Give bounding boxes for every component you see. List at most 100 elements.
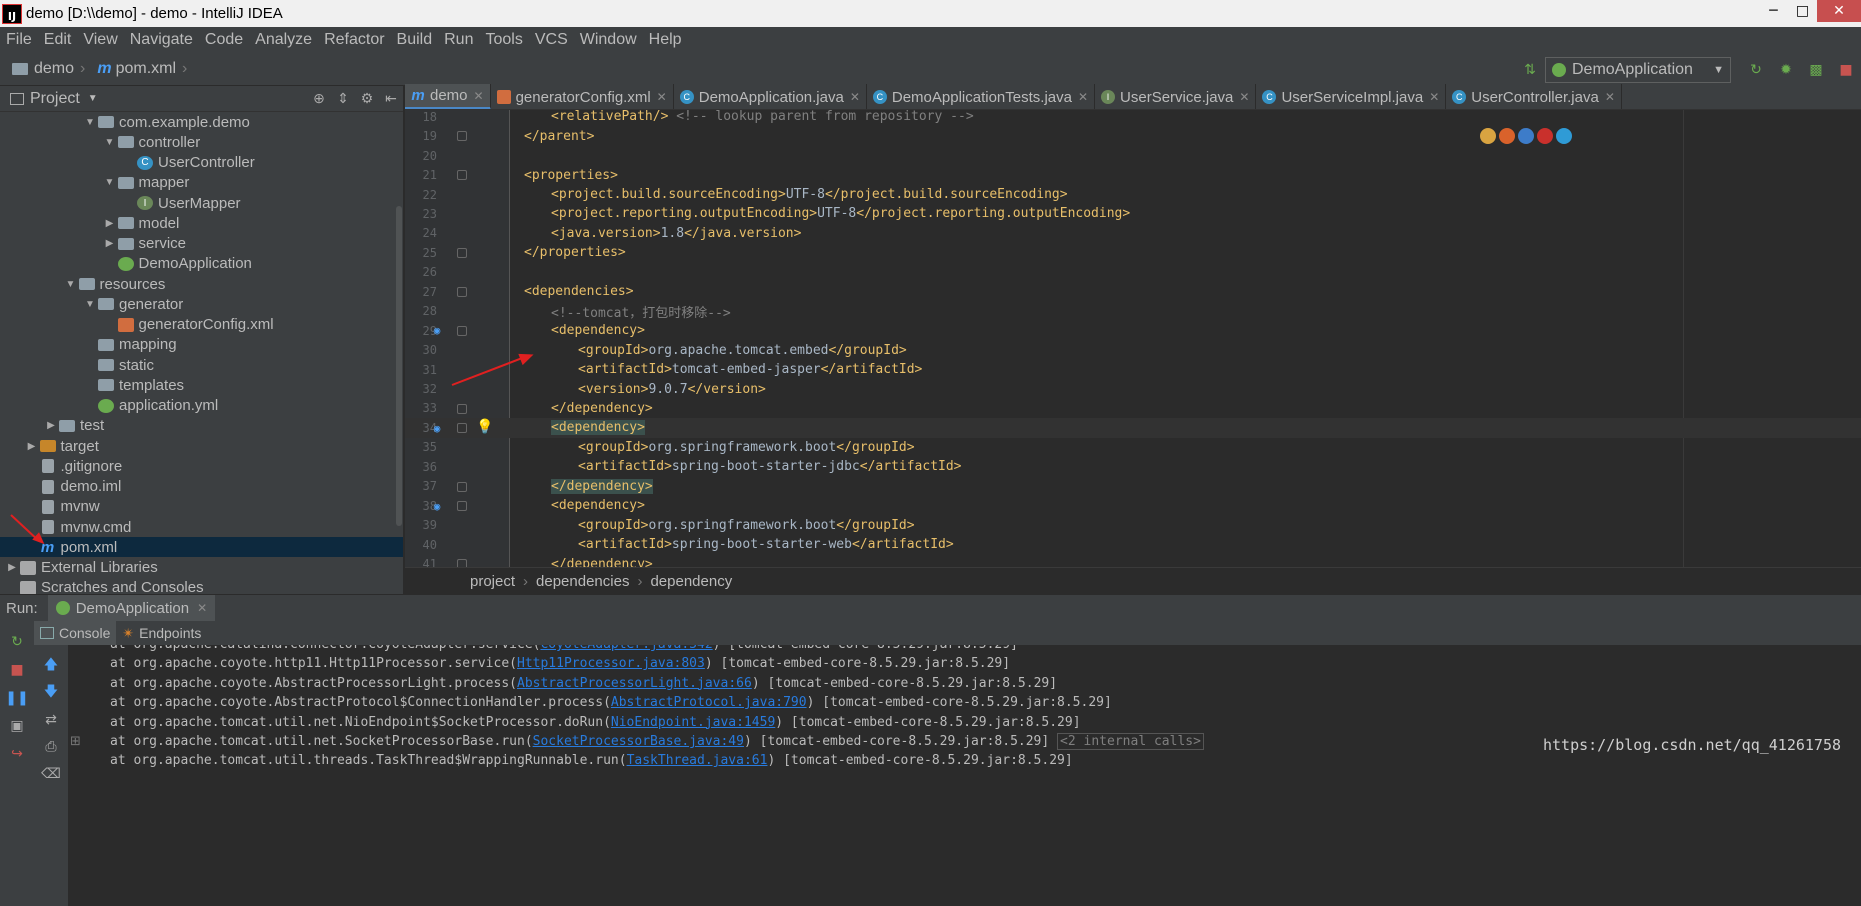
console-source-link[interactable]: NioEndpoint.java:1459: [611, 715, 775, 730]
fold-marker-icon[interactable]: [457, 131, 467, 142]
tree-item[interactable]: ▶ target: [0, 436, 403, 456]
collapse-all-icon[interactable]: ⇕: [331, 90, 355, 107]
menu-item-edit[interactable]: Edit: [44, 31, 72, 49]
chrome-icon[interactable]: [1480, 128, 1496, 144]
fold-marker-icon[interactable]: [457, 287, 467, 298]
dependency-marker-icon[interactable]: ◉: [431, 499, 443, 513]
fold-marker-icon[interactable]: [457, 403, 467, 414]
collapse-arrow-icon[interactable]: ▶: [102, 238, 118, 249]
close-icon[interactable]: ✕: [1239, 90, 1249, 104]
close-icon[interactable]: ✕: [1429, 90, 1439, 104]
console-source-link[interactable]: TaskThread.java:61: [627, 753, 768, 768]
console-source-link[interactable]: CoyoteAdapter.java:342: [540, 645, 712, 652]
tree-item[interactable]: ▼ com.example.demo: [0, 112, 403, 132]
tab-endpoints[interactable]: ✴ Endpoints: [116, 621, 207, 645]
console-source-link[interactable]: Http11Processor.java:803: [517, 656, 705, 671]
expand-icon[interactable]: ⊞: [70, 734, 81, 749]
nav-crumb-file[interactable]: m pom.xml ›: [97, 60, 187, 78]
expand-arrow-icon[interactable]: ▼: [82, 117, 98, 128]
tab-console[interactable]: Console: [34, 621, 117, 645]
lightbulb-icon[interactable]: 💡: [476, 419, 493, 435]
tree-item[interactable]: ▶ External Libraries: [0, 558, 403, 578]
tree-item[interactable]: ▶ model: [0, 213, 403, 233]
collapse-arrow-icon[interactable]: ▶: [102, 218, 118, 229]
scroll-down-icon[interactable]: 🡇: [34, 680, 68, 706]
tree-item[interactable]: .gitignore: [0, 456, 403, 476]
dependency-marker-icon[interactable]: ◉: [431, 421, 443, 435]
tree-item[interactable]: mvnw: [0, 497, 403, 517]
fold-marker-icon[interactable]: [457, 325, 467, 336]
clear-icon[interactable]: ⌫: [34, 761, 68, 787]
tree-item[interactable]: static: [0, 355, 403, 375]
exit-icon[interactable]: ↪: [0, 741, 34, 767]
close-icon[interactable]: ✕: [1817, 0, 1861, 22]
maximize-icon[interactable]: □: [1788, 0, 1817, 22]
fold-marker-icon[interactable]: [457, 501, 467, 511]
tree-item[interactable]: application.yml: [0, 396, 403, 416]
project-panel-title[interactable]: Project: [30, 90, 80, 108]
editor-tab[interactable]: generatorConfig.xml ✕: [491, 84, 674, 109]
build-icon[interactable]: ⇅: [1519, 59, 1541, 81]
console-source-link[interactable]: AbstractProtocol.java:790: [611, 695, 807, 710]
expand-arrow-icon[interactable]: ▼: [63, 279, 79, 290]
close-icon[interactable]: ✕: [474, 89, 484, 103]
menu-item-tools[interactable]: Tools: [485, 31, 522, 49]
stop-icon[interactable]: ■: [1835, 59, 1857, 81]
opera-icon[interactable]: [1537, 128, 1553, 144]
menu-item-analyze[interactable]: Analyze: [255, 31, 312, 49]
tree-item[interactable]: Scratches and Consoles: [0, 578, 403, 594]
menu-item-refactor[interactable]: Refactor: [324, 31, 384, 49]
tree-item[interactable]: generatorConfig.xml: [0, 315, 403, 335]
expand-arrow-icon[interactable]: ▼: [82, 299, 98, 310]
close-icon[interactable]: ✕: [850, 90, 860, 104]
debug-icon[interactable]: ✹: [1775, 59, 1797, 81]
tree-item[interactable]: ▼ generator: [0, 294, 403, 314]
run-tab-demoapplication[interactable]: DemoApplication ✕: [47, 594, 216, 622]
menu-item-help[interactable]: Help: [649, 31, 682, 49]
fold-marker-icon[interactable]: [457, 481, 467, 492]
tree-item[interactable]: ▼ resources: [0, 274, 403, 294]
code-editor[interactable]: 18 <relativePath/> <!-- lookup parent fro…: [405, 110, 1861, 567]
editor-tab[interactable]: C DemoApplicationTests.java ✕: [867, 84, 1096, 109]
ie-icon[interactable]: [1556, 128, 1572, 144]
fold-marker-icon[interactable]: [457, 423, 467, 434]
tree-item[interactable]: ▼ mapper: [0, 173, 403, 193]
camera-icon[interactable]: ▣: [0, 713, 34, 739]
console-source-link[interactable]: SocketProcessorBase.java:49: [533, 734, 744, 749]
close-icon[interactable]: ✕: [657, 90, 667, 104]
fold-marker-icon[interactable]: [457, 170, 467, 181]
internal-calls-fold[interactable]: <2 internal calls>: [1057, 733, 1204, 750]
breadcrumb-item[interactable]: project: [470, 573, 515, 590]
nav-crumb-project[interactable]: demo ›: [12, 60, 85, 78]
close-icon[interactable]: ✕: [1605, 90, 1615, 104]
print-icon[interactable]: ⎙: [34, 734, 68, 760]
tree-item[interactable]: ▼ controller: [0, 132, 403, 152]
expand-arrow-icon[interactable]: ▼: [102, 177, 118, 188]
menu-item-file[interactable]: File: [6, 31, 32, 49]
dependency-marker-icon[interactable]: ◉: [431, 324, 443, 338]
pause-icon[interactable]: ❚❚: [0, 685, 34, 711]
firefox-icon[interactable]: [1499, 128, 1515, 144]
menu-item-code[interactable]: Code: [205, 31, 243, 49]
menu-item-vcs[interactable]: VCS: [535, 31, 568, 49]
chevron-down-icon[interactable]: ▼: [88, 93, 98, 104]
breadcrumb-item[interactable]: dependency: [650, 573, 732, 590]
menu-item-window[interactable]: Window: [580, 31, 637, 49]
soft-wrap-icon[interactable]: ⇄: [34, 707, 68, 733]
project-tree-scrollbar[interactable]: [396, 206, 402, 526]
tree-item[interactable]: DemoApplication: [0, 254, 403, 274]
gear-icon[interactable]: ⚙: [355, 90, 379, 107]
coverage-icon[interactable]: ▩: [1805, 59, 1827, 81]
menu-item-build[interactable]: Build: [397, 31, 433, 49]
console-output[interactable]: at org.apache.catalina.connector.CoyoteA…: [68, 645, 1861, 906]
scroll-up-icon[interactable]: 🡅: [34, 653, 68, 679]
stop-icon[interactable]: ■: [0, 657, 34, 683]
menu-item-run[interactable]: Run: [444, 31, 473, 49]
editor-tab[interactable]: m demo ✕: [405, 84, 491, 109]
collapse-arrow-icon[interactable]: ▶: [43, 420, 59, 431]
expand-arrow-icon[interactable]: ▼: [102, 137, 118, 148]
run-configuration-select[interactable]: DemoApplication ▼: [1545, 56, 1731, 83]
editor-tab[interactable]: C UserController.java ✕: [1446, 84, 1622, 109]
tree-item[interactable]: ▶ service: [0, 234, 403, 254]
menu-item-view[interactable]: View: [83, 31, 117, 49]
